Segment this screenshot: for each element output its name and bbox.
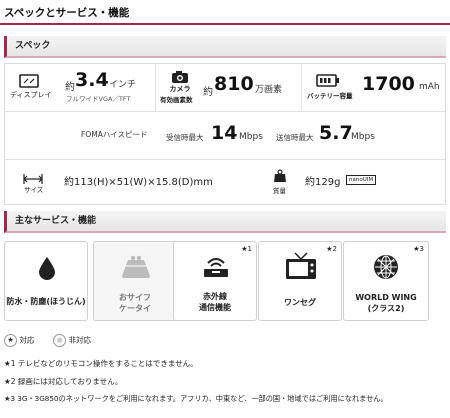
service-card-infrared: ★1 赤外線 通信機能	[173, 241, 257, 321]
service-label-line2: 通信機能	[199, 303, 231, 312]
service-card-waterproof: 防水・防塵(ほうじん)	[4, 241, 88, 321]
battery-label: バッテリー容量	[307, 92, 353, 100]
camera-unit: 万画素	[255, 85, 283, 95]
spec-divider	[155, 64, 156, 111]
note-mark: ★1	[241, 245, 252, 253]
battery-value: 1700	[362, 73, 415, 95]
upload-label: 送信時最大	[276, 133, 314, 142]
size-label: サイズ	[24, 186, 44, 194]
sim-badge: nanoUIM	[346, 175, 377, 185]
camera-sublabel: 有効画素数	[160, 96, 193, 104]
service-label: WORLD WING	[355, 293, 417, 302]
display-size: 3.4	[75, 69, 109, 91]
spec-section-header: スペック	[4, 36, 446, 58]
service-label: おサイフ	[119, 293, 151, 302]
service-label: ワンセグ	[284, 298, 316, 307]
display-detail: フルワイドVGA／TFT	[66, 95, 131, 103]
camera-prefix: 約	[203, 87, 213, 98]
supported-legend-label: 対応	[19, 335, 35, 345]
globe-icon	[373, 254, 399, 284]
download-unit: Mbps	[239, 132, 263, 142]
display-unit: インチ	[109, 80, 137, 90]
upload-value: 5.7	[319, 122, 353, 144]
download-value: 14	[211, 122, 238, 144]
battery-icon	[316, 72, 340, 91]
footnote-1: ★1 テレビなどのリモコン操作をすることはできません。	[4, 359, 198, 368]
service-card-osaifu: おサイフ ケータイ	[93, 241, 177, 321]
weight-label: 質量	[273, 187, 286, 195]
footnote-2: ★2 録画には対応しておりません。	[4, 377, 123, 386]
services-section-header: 主なサービス・機能	[4, 211, 446, 233]
display-label: ディスプレイ	[10, 91, 52, 99]
spec-divider	[301, 64, 302, 111]
legend: ★ 対応 ● 非対応	[4, 334, 91, 347]
water-drop-icon	[38, 256, 56, 284]
spec-divider	[5, 111, 445, 112]
footnote-3: ★3 3G・3G850のネットワークをご利用になれます。アフリカ、中東など、一部…	[4, 394, 388, 403]
infrared-icon	[202, 254, 230, 282]
spec-divider	[5, 159, 445, 160]
supported-legend-icon: ★	[4, 334, 17, 347]
weight-value: 約129g	[305, 177, 341, 188]
service-card-worldwing: ★3 WORLD WING (クラス2)	[343, 241, 429, 321]
tv-icon	[285, 252, 317, 284]
spec-table: ディスプレイ 約 3.4 インチ フルワイドVGA／TFT カメラ 有効画素数 …	[4, 63, 446, 205]
battery-unit: mAh	[419, 82, 440, 92]
title-divider	[0, 23, 450, 25]
service-card-oneseg: ★2 ワンセグ	[258, 241, 342, 321]
size-value: 約113(H)×51(W)×15.8(D)mm	[64, 177, 213, 188]
page-title: スペックとサービス・機能	[4, 7, 130, 19]
note-mark: ★3	[413, 245, 424, 253]
unsupported-legend-label: 非対応	[68, 335, 92, 345]
download-label: 受信時最大	[166, 133, 204, 142]
wallet-icon	[120, 255, 152, 283]
service-label: 赤外線	[203, 292, 227, 301]
service-label-line2: ケータイ	[119, 304, 151, 313]
foma-label: FOMAハイスピード	[81, 130, 148, 139]
upload-unit: Mbps	[351, 132, 375, 142]
service-label: 防水・防塵(ほうじん)	[6, 297, 86, 306]
camera-value: 810	[214, 73, 254, 95]
display-prefix: 約	[65, 82, 75, 93]
unsupported-legend-icon: ●	[53, 334, 67, 347]
camera-label: カメラ	[169, 85, 191, 93]
service-label-line2: (クラス2)	[367, 304, 405, 313]
note-mark: ★2	[326, 245, 337, 253]
